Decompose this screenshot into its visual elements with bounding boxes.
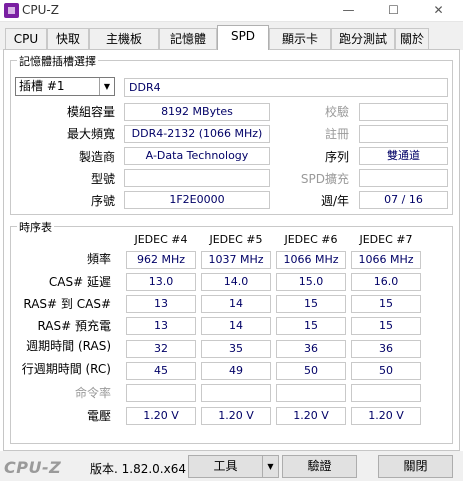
timing-cell [351,384,421,402]
tools-dropdown-icon[interactable]: ▼ [262,455,279,478]
part-number-label: 型號 [90,172,115,186]
max-bandwidth-value: DDR4-2132 (1066 MHz) [124,125,270,143]
close-window-button[interactable]: ✕ [416,0,461,21]
slot-select[interactable]: 插槽 #1 ▼ [15,77,115,96]
spd-ext-value [359,169,448,187]
column-header: JEDEC #5 [209,233,263,246]
manufacturer-label: 製造商 [78,150,115,164]
validate-button[interactable]: 驗證 [282,455,357,478]
tab-cache[interactable]: 快取 [47,28,89,49]
timing-cell: 50 [351,362,421,380]
timing-cell: 1.20 V [351,407,421,425]
module-size-value: 8192 MBytes [124,103,270,121]
tab-about[interactable]: 關於 [395,28,429,49]
timing-cell: 1.20 V [201,407,271,425]
part-number-value [124,169,270,187]
tab-spd[interactable]: SPD [217,25,269,50]
spd-ext-label: SPD擴充 [300,172,349,186]
timing-cell [201,384,271,402]
chevron-down-icon[interactable]: ▼ [99,78,114,95]
ranks-value: 雙通道 [359,147,448,165]
slot-select-value: 插槽 #1 [19,79,65,93]
registered-value [359,125,448,143]
tab-bench[interactable]: 跑分測試 [331,28,395,49]
timings-group-title: 時序表 [17,219,54,235]
timing-cell [276,384,346,402]
timing-cell: 15 [351,295,421,313]
timing-cell: 15 [276,295,346,313]
timing-cell: 1037 MHz [201,251,271,269]
registered-label: 註冊 [324,127,349,141]
ranks-label: 序列 [324,150,349,164]
max-bandwidth-label: 最大頻寬 [66,127,115,141]
timing-cell: 13 [126,317,196,335]
timing-cell: 15 [276,317,346,335]
manufacturer-value: A-Data Technology [124,147,270,165]
timing-cell: 14 [201,317,271,335]
tab-graphics[interactable]: 顯示卡 [269,28,331,49]
correction-value [359,103,448,121]
memory-type-value: DDR4 [124,78,448,97]
version-text: 版本. 1.82.0.x64 [90,462,186,476]
timing-row-label: 週期時間 (RAS) [26,339,111,353]
timing-row-label: 行週期時間 (RC) [21,362,111,376]
tab-cpu[interactable]: CPU [5,28,47,49]
cpu-z-logo: CPU-Z [4,458,62,477]
timing-row-label: 頻率 [86,252,111,266]
spd-panel: 記憶體插槽選擇 插槽 #1 ▼ DDR4 模組容量 最大頻寬 製造商 型號 序號… [3,49,460,451]
week-year-value: 07 / 16 [359,191,448,209]
timing-cell: 1066 MHz [276,251,346,269]
cpu-z-app-icon [4,3,19,18]
timing-row-label: RAS# 預充電 [37,319,111,333]
timing-cell: 13 [126,295,196,313]
minimize-button[interactable]: — [326,0,371,21]
timing-cell: 16.0 [351,273,421,291]
maximize-button[interactable]: ☐ [371,0,416,21]
column-header: JEDEC #7 [359,233,413,246]
timing-cell: 14.0 [201,273,271,291]
tools-button[interactable]: 工具 [188,455,263,478]
timing-row-label: CAS# 延遲 [48,275,111,289]
timing-cell: 35 [201,340,271,358]
title-bar: CPU-Z — ☐ ✕ [0,0,463,22]
tab-mainboard[interactable]: 主機板 [89,28,159,49]
timing-cell: 45 [126,362,196,380]
timing-row-label: 命令率 [74,386,111,400]
window-title: CPU-Z [22,3,59,17]
tab-strip: CPU 快取 主機板 記憶體 SPD 顯示卡 跑分測試 關於 [0,22,463,50]
timing-cell: 962 MHz [126,251,196,269]
module-size-label: 模組容量 [66,105,115,119]
timing-cell: 1066 MHz [351,251,421,269]
serial-number-label: 序號 [90,194,115,208]
timing-cell: 1.20 V [126,407,196,425]
column-header: JEDEC #6 [284,233,338,246]
timing-cell: 32 [126,340,196,358]
week-year-label: 週/年 [320,194,349,208]
timing-cell [126,384,196,402]
timing-cell: 13.0 [126,273,196,291]
serial-number-value: 1F2E0000 [124,191,270,209]
timing-cell: 14 [201,295,271,313]
timing-cell: 15 [351,317,421,335]
timing-cell: 49 [201,362,271,380]
timing-cell: 36 [276,340,346,358]
timing-cell: 1.20 V [276,407,346,425]
timing-row-label: 電壓 [86,409,111,423]
column-header: JEDEC #4 [134,233,188,246]
timing-row-label: RAS# 到 CAS# [23,297,111,311]
memory-slot-group: 記憶體插槽選擇 插槽 #1 ▼ DDR4 模組容量 最大頻寬 製造商 型號 序號… [10,53,453,215]
tab-memory[interactable]: 記憶體 [159,28,217,49]
close-button[interactable]: 關閉 [378,455,453,478]
correction-label: 校驗 [324,105,349,119]
timings-group: 時序表 JEDEC #4 JEDEC #5 JEDEC #6 JEDEC #7 … [10,219,453,444]
timing-cell: 36 [351,340,421,358]
timing-cell: 15.0 [276,273,346,291]
memory-slot-group-title: 記憶體插槽選擇 [17,53,98,69]
timing-cell: 50 [276,362,346,380]
